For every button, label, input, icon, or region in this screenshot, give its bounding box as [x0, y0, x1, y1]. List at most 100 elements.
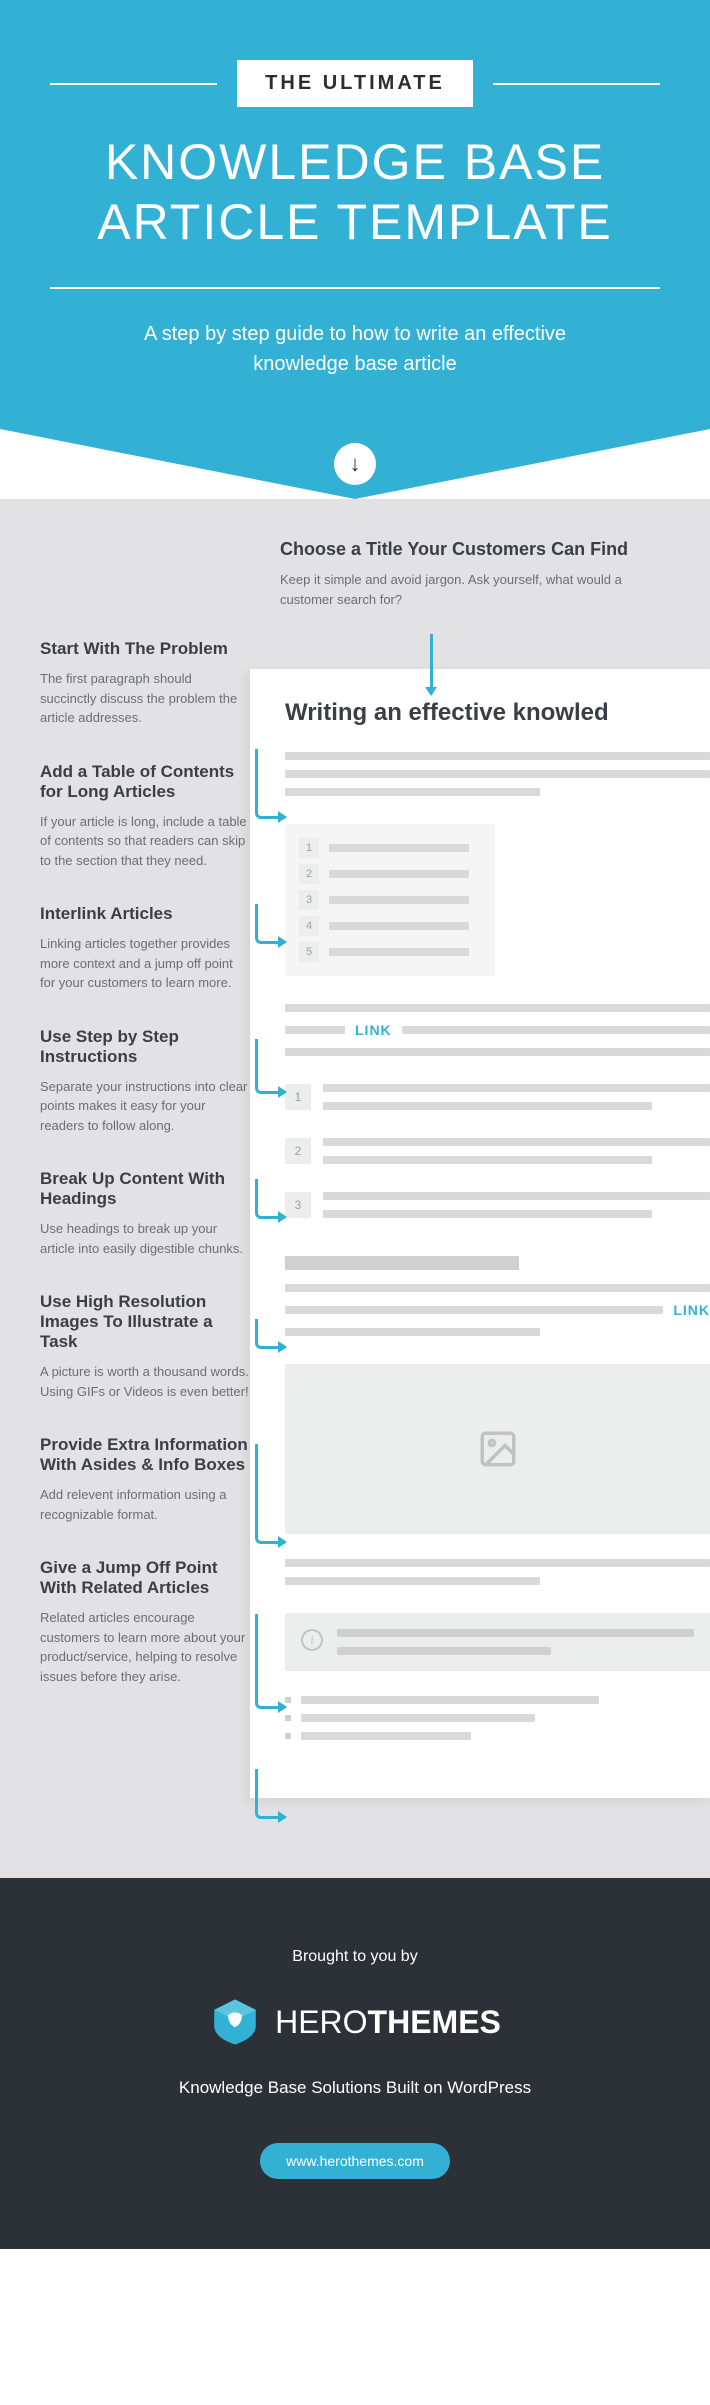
divider	[50, 287, 660, 289]
tip-heading: Break Up Content With Headings	[40, 1169, 250, 1209]
footer-brought-by: Brought to you by	[40, 1948, 670, 1966]
tip-description: Related articles encourage customers to …	[40, 1608, 250, 1686]
text-line	[301, 1714, 535, 1722]
link-row: LINK	[285, 1302, 710, 1318]
rule-with-badge: THE ULTIMATE	[50, 60, 660, 107]
subtitle: A step by step guide to how to write an …	[105, 319, 605, 379]
tip-heading: Choose a Title Your Customers Can Find	[280, 539, 670, 560]
content-row: Start With The Problem The first paragra…	[0, 639, 710, 1798]
tip-heading: Use Step by Step Instructions	[40, 1027, 250, 1067]
tip-heading: Give a Jump Off Point With Related Artic…	[40, 1558, 250, 1598]
text-line	[323, 1210, 652, 1218]
text-line	[329, 870, 469, 878]
arrow-connector-icon	[430, 634, 433, 694]
tip-heading: Provide Extra Information With Asides & …	[40, 1435, 250, 1475]
logo-text: HEROTHEMES	[275, 2004, 501, 2041]
text-line	[323, 1192, 710, 1200]
tip-problem: Start With The Problem The first paragra…	[40, 639, 250, 728]
tip-title-choice: Choose a Title Your Customers Can Find K…	[280, 539, 710, 609]
tip-heading: Interlink Articles	[40, 904, 250, 924]
info-box: i	[285, 1613, 710, 1671]
text-line	[337, 1629, 694, 1637]
toc-item: 5	[299, 942, 481, 962]
tip-toc: Add a Table of Contents for Long Article…	[40, 762, 250, 871]
tip-description: A picture is worth a thousand words. Usi…	[40, 1362, 250, 1401]
step-number: 3	[285, 1192, 311, 1218]
arrow-connector-icon	[255, 1769, 285, 1819]
text-line	[285, 1328, 540, 1336]
text-line	[285, 752, 710, 760]
text-line	[323, 1138, 710, 1146]
logo: HEROTHEMES	[40, 1996, 670, 2048]
tip-steps: Use Step by Step Instructions Separate y…	[40, 1027, 250, 1136]
bullet-icon	[285, 1715, 291, 1721]
main-title: KNOWLEDGE BASE ARTICLE TEMPLATE	[50, 132, 660, 252]
hero-section: THE ULTIMATE KNOWLEDGE BASE ARTICLE TEMP…	[0, 0, 710, 429]
badge: THE ULTIMATE	[237, 60, 473, 107]
text-line	[285, 770, 710, 778]
related-item	[285, 1714, 710, 1722]
image-icon	[477, 1428, 519, 1470]
link-row: LINK	[285, 1022, 710, 1038]
preview-link-section: LINK	[285, 1004, 710, 1056]
preview-steps: 1 2 3	[285, 1084, 710, 1228]
text-line	[285, 1284, 710, 1292]
preview-related	[285, 1696, 710, 1740]
text-line	[285, 788, 540, 796]
arrow-connector-icon	[255, 1319, 285, 1349]
text-line	[337, 1647, 551, 1655]
text-line	[329, 844, 469, 852]
text-line	[329, 922, 469, 930]
text-line	[301, 1696, 599, 1704]
text-line	[285, 1026, 345, 1034]
step-item: 2	[285, 1138, 710, 1174]
tip-interlink: Interlink Articles Linking articles toge…	[40, 904, 250, 993]
rule-line	[50, 83, 217, 85]
logo-word-1: HERO	[275, 2004, 367, 2040]
text-line	[329, 896, 469, 904]
preview-paragraph	[285, 752, 710, 796]
toc-number: 5	[299, 942, 319, 962]
tip-description: Separate your instructions into clear po…	[40, 1077, 250, 1136]
arrow-connector-icon	[255, 1039, 285, 1094]
arrow-connector-icon	[255, 904, 285, 944]
footer-tagline: Knowledge Base Solutions Built on WordPr…	[40, 2078, 670, 2098]
bullet-icon	[285, 1733, 291, 1739]
rule-line	[493, 83, 660, 85]
text-line	[285, 1559, 710, 1567]
arrow-connector-icon	[255, 1179, 285, 1219]
tip-heading: Use High Resolution Images To Illustrate…	[40, 1292, 250, 1352]
toc-number: 3	[299, 890, 319, 910]
tip-description: If your article is long, include a table…	[40, 812, 250, 871]
image-placeholder	[285, 1364, 710, 1534]
preview-subheading-section: LINK	[285, 1256, 710, 1336]
down-arrow-icon: ↓	[334, 443, 376, 485]
preview-toc: 1 2 3 4 5	[285, 824, 495, 976]
preview-paragraph	[285, 1559, 710, 1585]
logo-icon	[209, 1996, 261, 2048]
toc-number: 4	[299, 916, 319, 936]
text-line	[285, 1306, 663, 1314]
text-line	[323, 1156, 652, 1164]
tip-description: Linking articles together provides more …	[40, 934, 250, 993]
tip-description: Keep it simple and avoid jargon. Ask you…	[280, 570, 640, 609]
logo-word-2: THEMES	[368, 2004, 501, 2040]
preview-link: LINK	[355, 1022, 392, 1038]
step-item: 3	[285, 1192, 710, 1228]
tips-column: Start With The Problem The first paragra…	[40, 639, 250, 1720]
arrow-connector-icon	[255, 1614, 285, 1709]
related-item	[285, 1696, 710, 1704]
footer-url-link[interactable]: www.herothemes.com	[260, 2143, 450, 2179]
tip-description: Add relevent information using a recogni…	[40, 1485, 250, 1524]
tip-images: Use High Resolution Images To Illustrate…	[40, 1292, 250, 1401]
tip-related: Give a Jump Off Point With Related Artic…	[40, 1558, 250, 1686]
toc-item: 2	[299, 864, 481, 884]
preview-link: LINK	[673, 1302, 710, 1318]
step-item: 1	[285, 1084, 710, 1120]
info-icon: i	[301, 1629, 323, 1651]
toc-number: 1	[299, 838, 319, 858]
tip-description: The first paragraph should succinctly di…	[40, 669, 250, 728]
text-line	[301, 1732, 471, 1740]
toc-item: 3	[299, 890, 481, 910]
toc-item: 4	[299, 916, 481, 936]
